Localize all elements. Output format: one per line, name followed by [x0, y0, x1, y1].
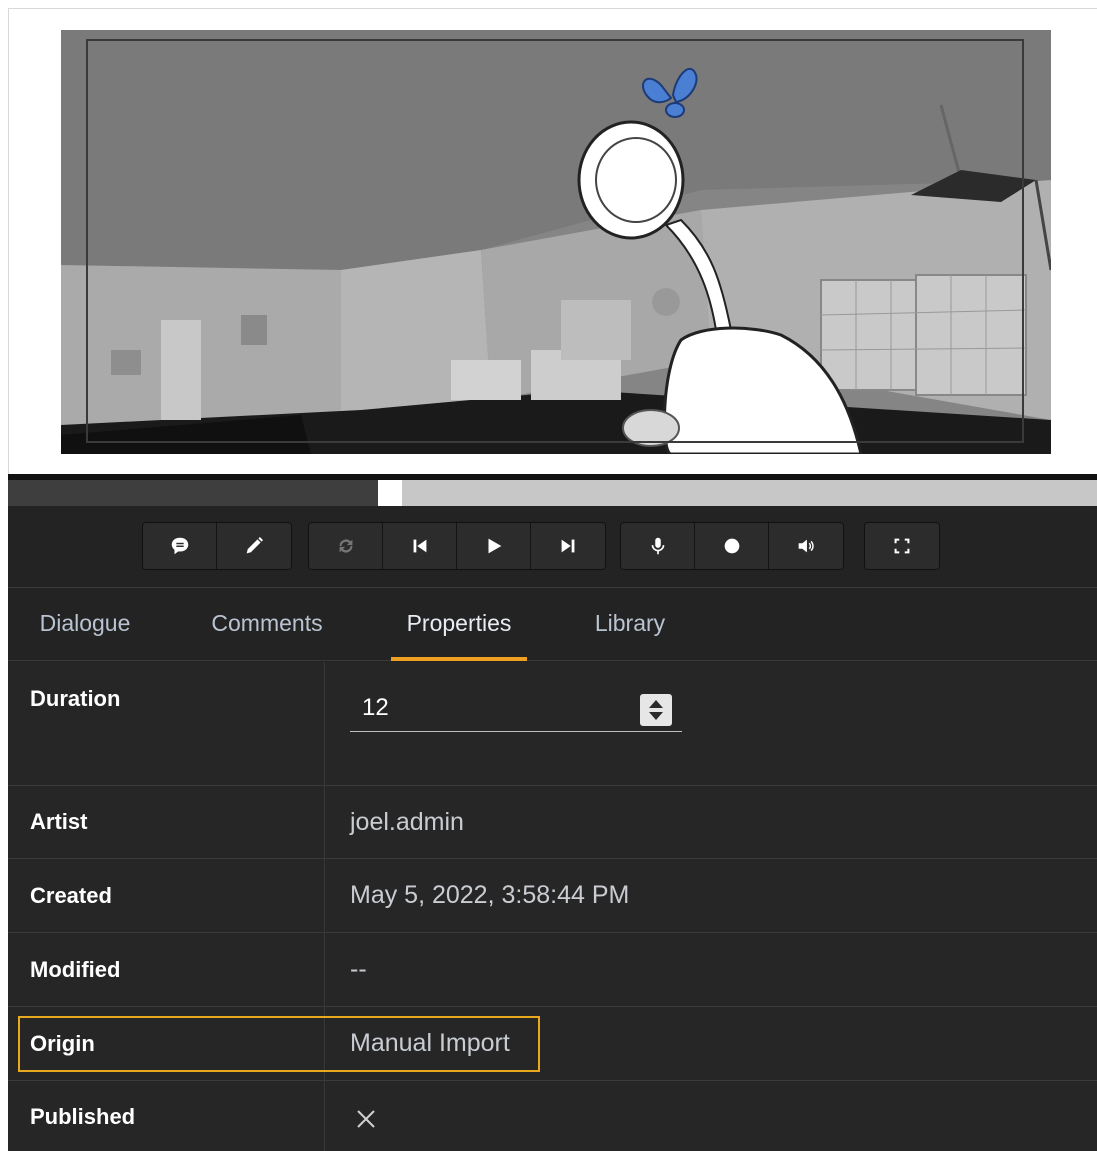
- loop-button[interactable]: [309, 523, 383, 569]
- record-audio-button[interactable]: [621, 523, 695, 569]
- draw-button[interactable]: [217, 523, 291, 569]
- duration-cell: [326, 662, 1097, 785]
- tab-comments-label: Comments: [211, 610, 323, 636]
- comment-icon: [171, 537, 188, 555]
- property-row-modified: Modified --: [8, 933, 1097, 1007]
- tab-library-label: Library: [594, 610, 666, 636]
- property-row-published: Published: [8, 1081, 1097, 1151]
- tab-library[interactable]: Library: [588, 589, 672, 661]
- play-button[interactable]: [457, 523, 531, 569]
- property-row-origin: Origin Manual Import: [8, 1007, 1097, 1081]
- tab-dialogue[interactable]: Dialogue: [30, 589, 140, 661]
- pencil-icon: [246, 537, 263, 554]
- timeline-played-region: [8, 480, 378, 506]
- created-value: May 5, 2022, 3:58:44 PM: [326, 859, 1097, 932]
- previous-frame-button[interactable]: [383, 523, 457, 569]
- duration-stepper: [350, 686, 682, 732]
- play-icon: [488, 538, 501, 554]
- storyboard-frame-image: [61, 30, 1051, 454]
- loop-icon: [339, 539, 352, 553]
- tab-bar: Dialogue Comments Properties Library: [8, 589, 1097, 661]
- timeline-playhead[interactable]: [378, 480, 402, 506]
- microphone-icon: [651, 537, 664, 555]
- tab-dialogue-label: Dialogue: [39, 610, 131, 636]
- annotation-button-group: [142, 522, 292, 570]
- volume-icon: [798, 539, 814, 553]
- playback-button-group: [308, 522, 606, 570]
- artist-label: Artist: [8, 786, 325, 858]
- up-down-arrows-icon: [649, 700, 663, 720]
- published-label: Published: [8, 1081, 325, 1151]
- modified-value: --: [326, 933, 1097, 1006]
- duration-label: Duration: [8, 662, 325, 785]
- active-tab-indicator: [391, 657, 527, 661]
- skip-forward-icon: [561, 539, 575, 553]
- tab-properties[interactable]: Properties: [391, 589, 527, 661]
- duration-spinner[interactable]: [640, 694, 672, 726]
- origin-value: Manual Import: [326, 1007, 1097, 1080]
- playback-toolbar: [8, 506, 1097, 588]
- record-button[interactable]: [695, 523, 769, 569]
- property-row-created: Created May 5, 2022, 3:58:44 PM: [8, 859, 1097, 933]
- scene-illustration: [61, 30, 1051, 454]
- tab-properties-label: Properties: [406, 610, 512, 636]
- property-row-artist: Artist joel.admin: [8, 786, 1097, 859]
- skip-back-icon: [413, 539, 426, 553]
- next-frame-button[interactable]: [531, 523, 605, 569]
- artist-value: joel.admin: [326, 786, 1097, 858]
- origin-label: Origin: [8, 1007, 325, 1080]
- properties-table: Duration Artist joel.admin Created: [8, 662, 1097, 1151]
- modified-label: Modified: [8, 933, 325, 1006]
- audio-button-group: [620, 522, 844, 570]
- record-icon: [724, 538, 739, 554]
- published-value: [326, 1081, 1097, 1151]
- fullscreen-icon: [894, 538, 910, 554]
- storyboard-viewer: [8, 8, 1097, 474]
- timeline-scrubber[interactable]: [8, 480, 1097, 506]
- comment-button[interactable]: [143, 523, 217, 569]
- tab-comments[interactable]: Comments: [204, 589, 330, 661]
- volume-button[interactable]: [769, 523, 843, 569]
- duration-input[interactable]: [350, 686, 630, 730]
- bottom-panel: Dialogue Comments Properties Library Dur…: [8, 506, 1097, 1151]
- x-mark-icon: [357, 1110, 375, 1128]
- fullscreen-button[interactable]: [865, 523, 939, 569]
- property-row-duration: Duration: [8, 662, 1097, 786]
- created-label: Created: [8, 859, 325, 932]
- view-button-group: [864, 522, 940, 570]
